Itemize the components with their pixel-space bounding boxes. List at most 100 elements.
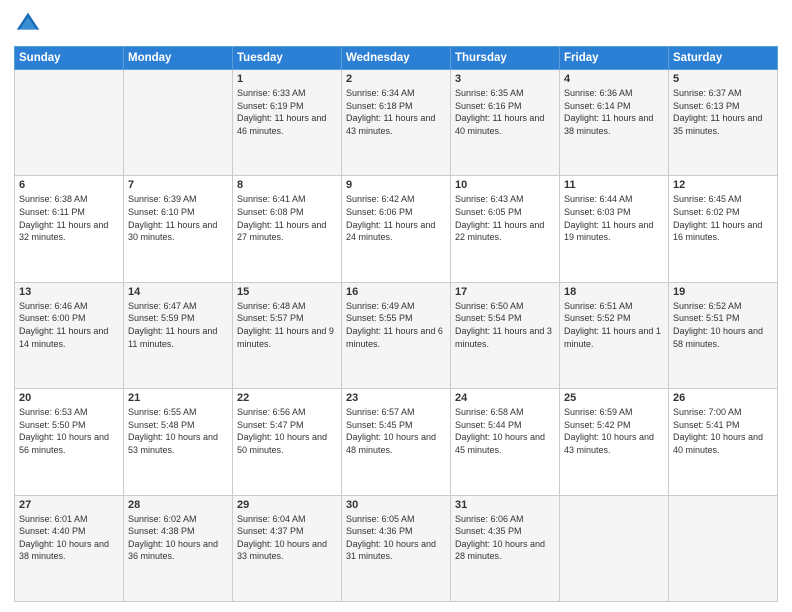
calendar-day-cell: 9 Sunrise: 6:42 AM Sunset: 6:06 PM Daylig… (342, 176, 451, 282)
day-info: Sunrise: 7:00 AM Sunset: 5:41 PM Dayligh… (673, 406, 773, 456)
calendar-day-cell: 19 Sunrise: 6:52 AM Sunset: 5:51 PM Dayli… (669, 282, 778, 388)
day-number: 3 (455, 73, 555, 85)
calendar-day-cell: 20 Sunrise: 6:53 AM Sunset: 5:50 PM Dayli… (15, 389, 124, 495)
calendar-day-cell: 4 Sunrise: 6:36 AM Sunset: 6:14 PM Daylig… (560, 70, 669, 176)
weekday-header-wednesday: Wednesday (342, 47, 451, 70)
day-number: 31 (455, 499, 555, 511)
day-info: Sunrise: 6:56 AM Sunset: 5:47 PM Dayligh… (237, 406, 337, 456)
calendar-week-row: 20 Sunrise: 6:53 AM Sunset: 5:50 PM Dayli… (15, 389, 778, 495)
weekday-header-monday: Monday (124, 47, 233, 70)
day-number: 29 (237, 499, 337, 511)
day-number: 6 (19, 179, 119, 191)
day-info: Sunrise: 6:46 AM Sunset: 6:00 PM Dayligh… (19, 300, 119, 350)
day-info: Sunrise: 6:45 AM Sunset: 6:02 PM Dayligh… (673, 193, 773, 243)
day-info: Sunrise: 6:48 AM Sunset: 5:57 PM Dayligh… (237, 300, 337, 350)
logo (14, 10, 46, 38)
calendar-day-cell: 21Sunrise: 6:55 AM Sunset: 5:48 PM Dayli… (124, 389, 233, 495)
page: SundayMondayTuesdayWednesdayThursdayFrid… (0, 0, 792, 612)
day-info: Sunrise: 6:52 AM Sunset: 5:51 PM Dayligh… (673, 300, 773, 350)
calendar-day-cell: 10Sunrise: 6:43 AM Sunset: 6:05 PM Dayli… (451, 176, 560, 282)
header (14, 10, 778, 38)
calendar-week-row: 27 Sunrise: 6:01 AM Sunset: 4:40 PM Dayli… (15, 495, 778, 601)
day-info: Sunrise: 6:58 AM Sunset: 5:44 PM Dayligh… (455, 406, 555, 456)
day-number: 2 (346, 73, 446, 85)
day-number: 9 (346, 179, 446, 191)
day-number: 19 (673, 286, 773, 298)
day-number: 17 (455, 286, 555, 298)
calendar-week-row: 6 Sunrise: 6:38 AM Sunset: 6:11 PM Daylig… (15, 176, 778, 282)
day-info: Sunrise: 6:59 AM Sunset: 5:42 PM Dayligh… (564, 406, 664, 456)
weekday-header-tuesday: Tuesday (233, 47, 342, 70)
day-number: 30 (346, 499, 446, 511)
day-info: Sunrise: 6:06 AM Sunset: 4:35 PM Dayligh… (455, 513, 555, 563)
day-info: Sunrise: 6:05 AM Sunset: 4:36 PM Dayligh… (346, 513, 446, 563)
day-info: Sunrise: 6:50 AM Sunset: 5:54 PM Dayligh… (455, 300, 555, 350)
calendar-day-cell: 28 Sunrise: 6:02 AM Sunset: 4:38 PM Dayli… (124, 495, 233, 601)
calendar-day-cell: 25 Sunrise: 6:59 AM Sunset: 5:42 PM Dayli… (560, 389, 669, 495)
day-number: 5 (673, 73, 773, 85)
day-info: Sunrise: 6:41 AM Sunset: 6:08 PM Dayligh… (237, 193, 337, 243)
calendar-day-cell: 30 Sunrise: 6:05 AM Sunset: 4:36 PM Dayli… (342, 495, 451, 601)
day-info: Sunrise: 6:47 AM Sunset: 5:59 PM Dayligh… (128, 300, 228, 350)
calendar-table: SundayMondayTuesdayWednesdayThursdayFrid… (14, 46, 778, 602)
day-number: 16 (346, 286, 446, 298)
day-info: Sunrise: 6:57 AM Sunset: 5:45 PM Dayligh… (346, 406, 446, 456)
day-number: 22 (237, 392, 337, 404)
calendar-day-cell: 12Sunrise: 6:45 AM Sunset: 6:02 PM Dayli… (669, 176, 778, 282)
calendar-day-cell: 22 Sunrise: 6:56 AM Sunset: 5:47 PM Dayli… (233, 389, 342, 495)
calendar-day-cell: 26 Sunrise: 7:00 AM Sunset: 5:41 PM Dayli… (669, 389, 778, 495)
day-info: Sunrise: 6:42 AM Sunset: 6:06 PM Dayligh… (346, 193, 446, 243)
day-info: Sunrise: 6:02 AM Sunset: 4:38 PM Dayligh… (128, 513, 228, 563)
day-number: 8 (237, 179, 337, 191)
calendar-day-cell: 31 Sunrise: 6:06 AM Sunset: 4:35 PM Dayli… (451, 495, 560, 601)
day-info: Sunrise: 6:36 AM Sunset: 6:14 PM Dayligh… (564, 87, 664, 137)
day-number: 24 (455, 392, 555, 404)
day-info: Sunrise: 6:33 AM Sunset: 6:19 PM Dayligh… (237, 87, 337, 137)
day-info: Sunrise: 6:01 AM Sunset: 4:40 PM Dayligh… (19, 513, 119, 563)
day-info: Sunrise: 6:44 AM Sunset: 6:03 PM Dayligh… (564, 193, 664, 243)
weekday-header-thursday: Thursday (451, 47, 560, 70)
day-info: Sunrise: 6:35 AM Sunset: 6:16 PM Dayligh… (455, 87, 555, 137)
calendar-day-cell: 3 Sunrise: 6:35 AM Sunset: 6:16 PM Daylig… (451, 70, 560, 176)
calendar-day-cell: 15 Sunrise: 6:48 AM Sunset: 5:57 PM Dayli… (233, 282, 342, 388)
calendar-day-cell: 2 Sunrise: 6:34 AM Sunset: 6:18 PM Daylig… (342, 70, 451, 176)
calendar-day-cell: 29Sunrise: 6:04 AM Sunset: 4:37 PM Dayli… (233, 495, 342, 601)
calendar-week-row: 1Sunrise: 6:33 AM Sunset: 6:19 PM Daylig… (15, 70, 778, 176)
calendar-day-cell: 13Sunrise: 6:46 AM Sunset: 6:00 PM Dayli… (15, 282, 124, 388)
calendar-day-cell (15, 70, 124, 176)
day-number: 25 (564, 392, 664, 404)
day-info: Sunrise: 6:34 AM Sunset: 6:18 PM Dayligh… (346, 87, 446, 137)
weekday-header-sunday: Sunday (15, 47, 124, 70)
day-number: 27 (19, 499, 119, 511)
day-info: Sunrise: 6:51 AM Sunset: 5:52 PM Dayligh… (564, 300, 664, 350)
day-info: Sunrise: 6:38 AM Sunset: 6:11 PM Dayligh… (19, 193, 119, 243)
day-info: Sunrise: 6:53 AM Sunset: 5:50 PM Dayligh… (19, 406, 119, 456)
day-number: 4 (564, 73, 664, 85)
day-info: Sunrise: 6:43 AM Sunset: 6:05 PM Dayligh… (455, 193, 555, 243)
logo-icon (14, 10, 42, 38)
day-info: Sunrise: 6:49 AM Sunset: 5:55 PM Dayligh… (346, 300, 446, 350)
day-number: 28 (128, 499, 228, 511)
day-number: 7 (128, 179, 228, 191)
day-info: Sunrise: 6:39 AM Sunset: 6:10 PM Dayligh… (128, 193, 228, 243)
weekday-header-row: SundayMondayTuesdayWednesdayThursdayFrid… (15, 47, 778, 70)
calendar-day-cell: 6 Sunrise: 6:38 AM Sunset: 6:11 PM Daylig… (15, 176, 124, 282)
day-number: 21 (128, 392, 228, 404)
calendar-day-cell: 1Sunrise: 6:33 AM Sunset: 6:19 PM Daylig… (233, 70, 342, 176)
day-number: 20 (19, 392, 119, 404)
calendar-day-cell (560, 495, 669, 601)
calendar-day-cell: 8 Sunrise: 6:41 AM Sunset: 6:08 PM Daylig… (233, 176, 342, 282)
calendar-day-cell: 24 Sunrise: 6:58 AM Sunset: 5:44 PM Dayli… (451, 389, 560, 495)
day-number: 15 (237, 286, 337, 298)
day-number: 18 (564, 286, 664, 298)
calendar-day-cell: 27 Sunrise: 6:01 AM Sunset: 4:40 PM Dayli… (15, 495, 124, 601)
calendar-day-cell: 23 Sunrise: 6:57 AM Sunset: 5:45 PM Dayli… (342, 389, 451, 495)
day-number: 11 (564, 179, 664, 191)
day-number: 23 (346, 392, 446, 404)
calendar-day-cell (669, 495, 778, 601)
day-number: 26 (673, 392, 773, 404)
day-info: Sunrise: 6:37 AM Sunset: 6:13 PM Dayligh… (673, 87, 773, 137)
calendar-day-cell: 17 Sunrise: 6:50 AM Sunset: 5:54 PM Dayli… (451, 282, 560, 388)
calendar-day-cell: 5 Sunrise: 6:37 AM Sunset: 6:13 PM Daylig… (669, 70, 778, 176)
calendar-day-cell: 11 Sunrise: 6:44 AM Sunset: 6:03 PM Dayli… (560, 176, 669, 282)
